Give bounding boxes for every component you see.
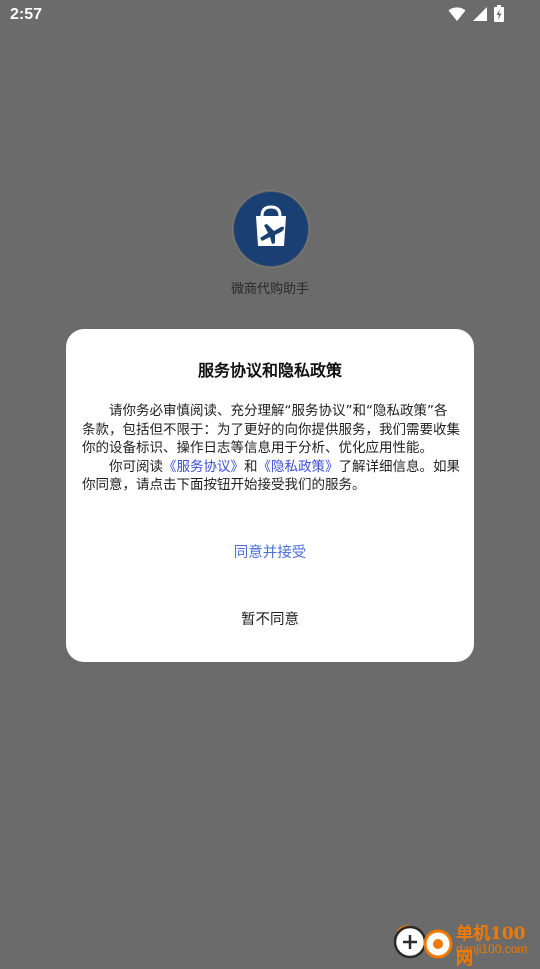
watermark-url: danji100.com — [456, 942, 528, 956]
dialog-paragraph-2: 你可阅读《服务协议》和《隐私政策》了解详细信息。如果你同意，请点击下面按钮开始接… — [82, 458, 460, 495]
agree-button[interactable]: 同意并接受 — [66, 541, 474, 562]
battery-icon — [494, 5, 504, 22]
app-name: 微商代购助手 — [230, 282, 309, 297]
paragraph-2-and: 和 — [244, 458, 258, 475]
status-bar: 2:57 — [0, 0, 540, 32]
app-launcher-icon[interactable] — [232, 190, 310, 268]
paragraph-2-prefix: 你可阅读 — [109, 458, 163, 475]
dialog-paragraph-1: 请你务必审慎阅读、充分理解“服务协议”和“隐私政策”各条款，包括但不限于：为了更… — [82, 403, 460, 456]
wifi-icon — [448, 6, 466, 21]
status-time: 2:57 — [10, 6, 43, 23]
watermark: 单机100网 danji100.com — [392, 918, 540, 969]
privacy-dialog: 服务协议和隐私政策 请你务必审慎阅读、充分理解“服务协议”和“隐私政策”各条款，… — [66, 329, 474, 662]
privacy-policy-link[interactable]: 《隐私政策》 — [258, 459, 339, 475]
dialog-body: 请你务必审慎阅读、充分理解“服务协议”和“隐私政策”各条款，包括但不限于：为了更… — [82, 402, 460, 495]
signal-icon — [473, 6, 487, 21]
service-agreement-link[interactable]: 《服务协议》 — [163, 459, 244, 475]
dialog-title: 服务协议和隐私政策 — [197, 361, 342, 380]
shopping-bag-airplane-icon — [234, 192, 308, 266]
disagree-button[interactable]: 暂不同意 — [66, 608, 474, 629]
watermark-logo-icon — [393, 925, 453, 959]
status-icons — [448, 5, 504, 22]
